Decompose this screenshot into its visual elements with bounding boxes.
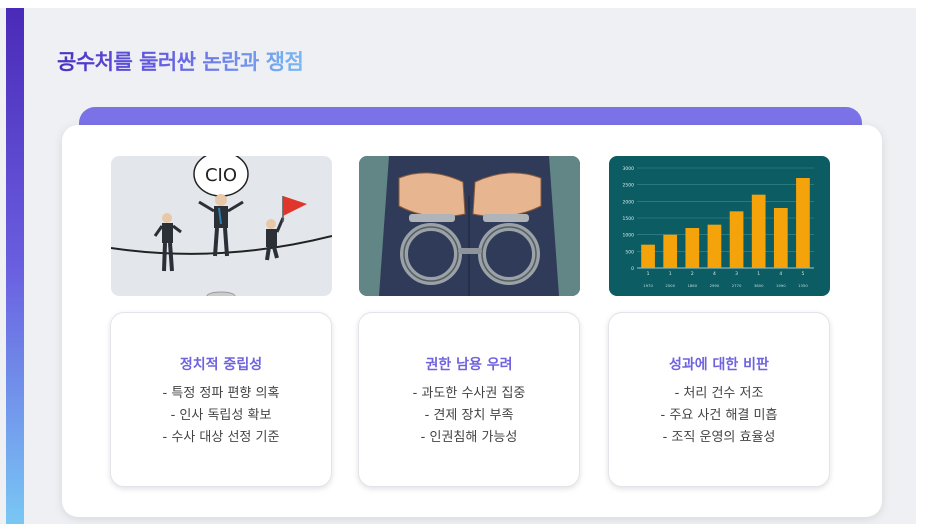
bar-chart: 0 500 1000 1500 2000 2500 3000 1 1970 1 2500 2 1860 4…: [623, 166, 814, 288]
card-title: 성과에 대한 비판: [669, 357, 769, 373]
x-sublabel: 3800: [754, 283, 764, 288]
x-tick-label: 1: [757, 271, 760, 277]
bar: [663, 234, 678, 268]
bar-chart-illustration: 0 500 1000 1500 2000 2500 3000 1 1970 1 2500 2 1860 4…: [609, 156, 830, 296]
x-tick-label: 5: [802, 271, 805, 277]
bar: [751, 194, 766, 268]
y-tick-label: 0: [631, 266, 634, 272]
list-item: - 특정 정파 편향 의혹: [162, 386, 280, 401]
x-tick-label: 3: [735, 271, 738, 277]
card-abuse-of-power: 권한 남용 우려 - 과도한 수사권 집중 - 견제 장치 부족 - 인권침해 …: [358, 312, 580, 487]
card-title: 정치적 중립성: [179, 357, 263, 373]
x-tick-label: 2: [691, 271, 694, 277]
bar: [641, 244, 655, 268]
x-sublabel: 2770: [732, 283, 742, 288]
x-tick-label: 1: [647, 271, 650, 277]
cio-sign-text: CIO: [205, 165, 237, 186]
left-accent-bar: [6, 8, 24, 524]
x-tick-label: 1: [669, 271, 672, 277]
list-item: - 인권침해 가능성: [420, 430, 518, 445]
page-title: 공수처를 둘러싼 논란과 쟁점: [57, 46, 304, 76]
list-item: - 주요 사건 해결 미흡: [660, 408, 778, 423]
bar: [729, 211, 744, 268]
bar: [685, 228, 700, 268]
x-tick-label: 4: [713, 271, 716, 277]
bar: [796, 178, 810, 268]
y-tick-label: 2000: [623, 199, 635, 205]
list-item: - 과도한 수사권 집중: [412, 386, 526, 401]
card-political-neutrality: 정치적 중립성 - 특정 정파 편향 의혹 - 인사 독립성 확보 - 수사 대…: [110, 312, 332, 487]
y-tick-label: 3000: [623, 166, 635, 172]
x-sublabel: 1970: [643, 283, 653, 288]
bar: [773, 208, 788, 268]
x-sublabel: 1350: [798, 283, 808, 288]
handcuffed-hands-illustration: [359, 156, 580, 296]
list-item: - 처리 건수 저조: [674, 386, 764, 401]
x-tick-label: 4: [779, 271, 782, 277]
list-item: - 수사 대상 선정 기준: [162, 430, 280, 445]
list-item: - 견제 장치 부족: [424, 408, 514, 423]
list-item: - 인사 독립성 확보: [170, 408, 272, 423]
y-tick-label: 500: [625, 249, 634, 255]
bar: [707, 224, 722, 268]
y-tick-label: 2500: [623, 183, 635, 189]
y-tick-label: 1000: [623, 233, 635, 239]
x-sublabel: 1990: [776, 283, 786, 288]
x-sublabel: 1860: [687, 283, 697, 288]
card-title: 권한 남용 우려: [425, 357, 513, 373]
cio-tightrope-illustration: CIO: [111, 156, 332, 296]
list-item: - 조직 운영의 효율성: [662, 430, 776, 445]
y-tick-label: 1500: [623, 216, 635, 222]
x-sublabel: 2500: [665, 283, 675, 288]
x-sublabel: 2990: [710, 283, 720, 288]
card-performance-criticism: 성과에 대한 비판 - 처리 건수 저조 - 주요 사건 해결 미흡 - 조직 …: [608, 312, 830, 487]
